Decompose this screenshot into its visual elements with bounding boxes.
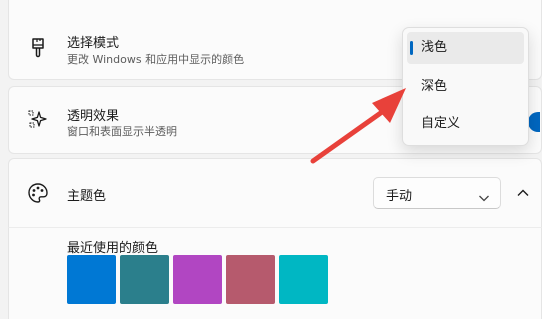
recent-colors-label: 最近使用的颜色 — [67, 241, 159, 256]
accent-mode-value: 手动 — [386, 189, 413, 204]
paintbrush-icon — [27, 37, 49, 59]
menu-item-label: 深色 — [421, 79, 448, 94]
selected-indicator — [410, 41, 413, 55]
palette-icon — [27, 182, 49, 204]
color-swatch[interactable] — [120, 255, 169, 304]
menu-item-label: 浅色 — [421, 40, 448, 55]
color-swatch[interactable] — [67, 255, 116, 304]
menu-item-light[interactable]: 浅色 — [407, 32, 524, 64]
mode-subtitle: 更改 Windows 和应用中显示的颜色 — [67, 53, 245, 66]
menu-item-custom[interactable]: 自定义 — [407, 108, 524, 140]
transparency-title: 透明效果 — [67, 109, 120, 124]
color-swatch[interactable] — [226, 255, 275, 304]
mode-menu: 浅色 深色 自定义 — [402, 27, 529, 146]
color-swatch[interactable] — [279, 255, 328, 304]
menu-item-label: 自定义 — [421, 116, 461, 131]
mode-title: 选择模式 — [67, 36, 120, 51]
menu-item-dark[interactable]: 深色 — [407, 71, 524, 103]
sparkle-icon — [27, 108, 49, 130]
chevron-down-icon — [478, 188, 490, 207]
transparency-subtitle: 窗口和表面显示半透明 — [67, 125, 177, 138]
accent-title: 主题色 — [67, 189, 107, 204]
color-swatch[interactable] — [173, 255, 222, 304]
accent-mode-dropdown[interactable]: 手动 — [373, 177, 501, 209]
chevron-up-icon[interactable] — [512, 182, 534, 204]
